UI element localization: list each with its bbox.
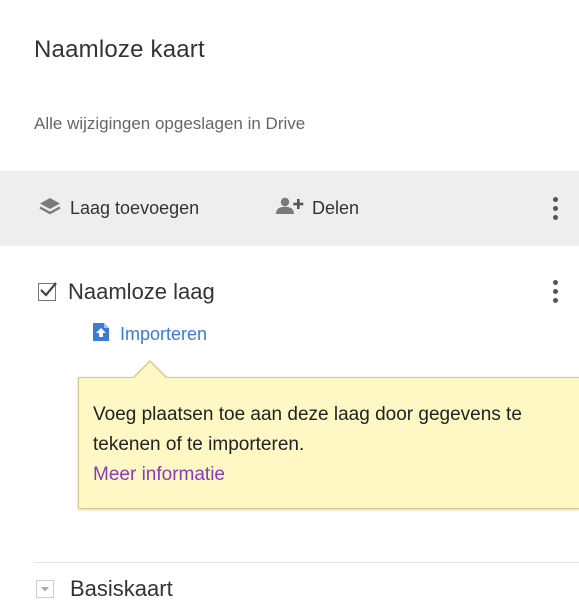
layer-item: Naamloze laag [38,270,579,314]
import-button[interactable]: Importeren [92,322,207,347]
upload-file-icon [92,322,110,347]
add-layer-label: Laag toevoegen [70,198,200,218]
toolbar-more-button[interactable] [553,171,558,246]
layer-more-button[interactable] [553,280,558,303]
learn-more-link[interactable]: Meer informatie [93,464,225,485]
tooltip-text: Voeg plaatsen toe aan deze laag door geg… [93,404,522,455]
layer-toolbar: Laag toevoegen Delen [0,171,579,246]
tooltip-arrow-fill [133,362,167,379]
divider [34,562,579,563]
more-vert-icon [553,280,558,303]
import-label: Importeren [120,324,208,344]
share-label: Delen [312,198,360,218]
layers-icon [38,196,62,221]
map-title[interactable]: Naamloze kaart [34,36,205,64]
checkmark-icon [40,282,57,297]
basemap-expand-toggle[interactable] [36,580,54,598]
layer-visibility-checkbox[interactable] [38,282,57,301]
basemap-item[interactable]: Basiskaart [36,576,173,602]
layer-name[interactable]: Naamloze laag [68,279,215,305]
more-vert-icon [553,197,558,220]
basemap-label: Basiskaart [70,576,173,601]
save-status: Alle wijzigingen opgeslagen in Drive [34,114,306,133]
add-layer-button[interactable]: Laag toevoegen [38,171,199,246]
add-person-icon [274,196,304,221]
chevron-down-icon [41,587,49,592]
share-button[interactable]: Delen [274,171,359,246]
help-tooltip: Voeg plaatsen toe aan deze laag door geg… [78,377,579,509]
